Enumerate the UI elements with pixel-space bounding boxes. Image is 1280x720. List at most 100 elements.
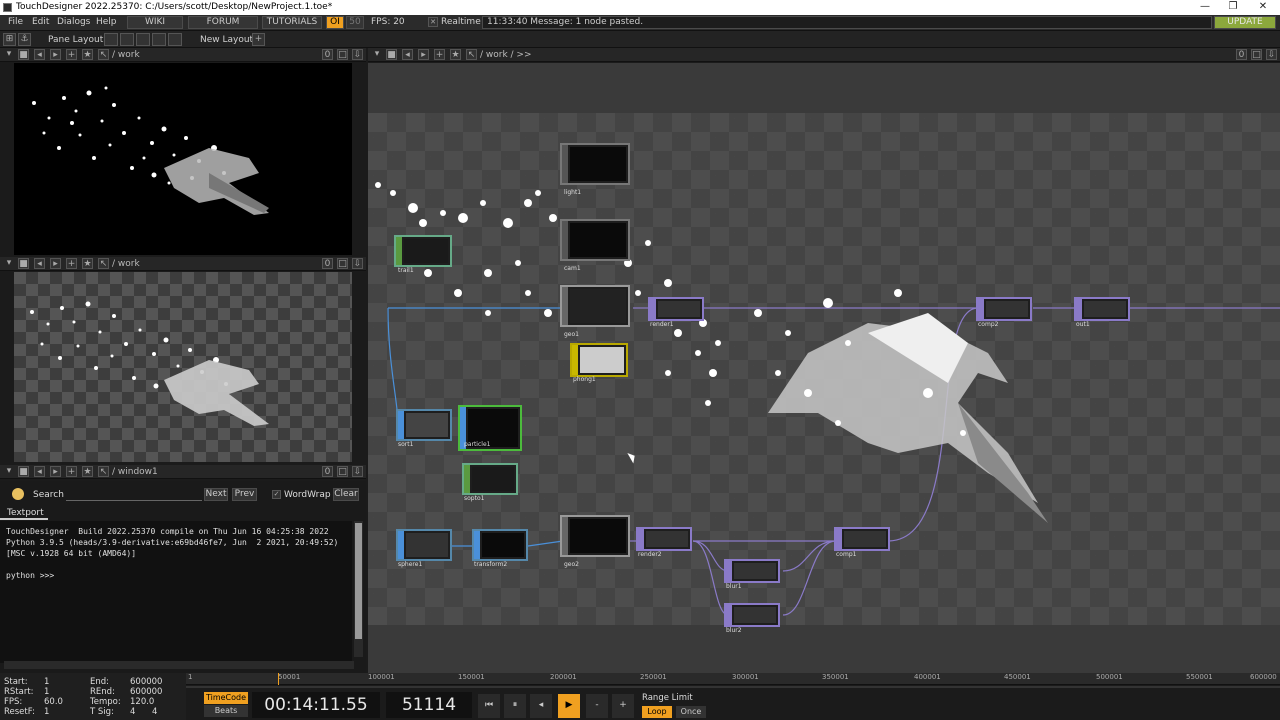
tsig-numerator[interactable]: 4 [130, 707, 135, 717]
forward-icon[interactable]: ▸ [50, 49, 61, 60]
clear-button[interactable]: Clear [333, 488, 359, 501]
node-light1[interactable] [560, 143, 630, 185]
node-phong1[interactable] [570, 343, 628, 377]
timeline-ruler[interactable]: 1 50001 100001 150001 200001 250001 3000… [186, 673, 1280, 685]
node-sopto1[interactable] [462, 463, 518, 495]
pane-menu-icon[interactable]: ▾ [4, 49, 14, 60]
step-plus-icon[interactable]: + [612, 694, 634, 718]
forward-icon[interactable]: ▸ [50, 258, 61, 269]
node-geo1[interactable] [560, 285, 630, 327]
rend-value[interactable]: 600000 [130, 687, 162, 697]
layout-single-icon[interactable] [104, 33, 118, 46]
add-icon[interactable]: + [66, 466, 77, 477]
fps-cap-button[interactable]: 50 [346, 16, 364, 29]
node-trail1[interactable] [394, 235, 452, 267]
oi-button[interactable]: OI [326, 16, 344, 29]
menu-edit[interactable]: Edit [32, 17, 49, 27]
resetf-value[interactable]: 1 [44, 707, 49, 717]
pane-square-icon[interactable]: ■ [18, 49, 29, 60]
forum-button[interactable]: FORUM [188, 16, 258, 29]
node-render2[interactable] [636, 527, 692, 551]
forward-icon[interactable]: ▸ [418, 49, 429, 60]
up-icon[interactable]: ↖ [98, 258, 109, 269]
maximize-pane-icon[interactable]: □ [337, 258, 348, 269]
close-icon[interactable]: ✕ [1248, 0, 1278, 15]
node-out1[interactable] [1074, 297, 1130, 321]
layout-split-icon[interactable] [120, 33, 134, 46]
pane-menu-icon[interactable]: ▾ [372, 49, 382, 60]
timecode-button[interactable]: TimeCode [204, 692, 248, 704]
frame-display[interactable]: 51114 [386, 692, 472, 718]
node-blur2[interactable] [724, 603, 780, 627]
split-pane-icon[interactable]: ⇩ [352, 258, 363, 269]
viewer-mid[interactable] [14, 272, 352, 462]
search-input[interactable] [66, 488, 202, 501]
up-icon[interactable]: ↖ [98, 49, 109, 60]
add-icon[interactable]: + [434, 49, 445, 60]
layout-triple-icon[interactable] [136, 33, 150, 46]
tab-textport[interactable]: Textport [0, 507, 48, 520]
node-sphere1[interactable] [396, 529, 452, 561]
pane-menu-icon[interactable]: ▾ [4, 258, 14, 269]
restore-icon[interactable]: ❐ [1218, 0, 1248, 15]
network-editor[interactable]: light1 cam1 geo1 phong1 trail1 sort1 par… [368, 63, 1280, 673]
add-icon[interactable]: + [66, 49, 77, 60]
add-layout-icon[interactable]: + [252, 33, 265, 46]
timecode-display[interactable]: 00:14:11.55 [252, 692, 380, 718]
split-pane-icon[interactable]: ⇩ [352, 49, 363, 60]
rewind-icon[interactable]: ⏮ [478, 694, 500, 718]
minimize-icon[interactable]: — [1190, 0, 1220, 15]
link-icon[interactable]: ⚓ [18, 33, 31, 46]
forward-icon[interactable]: ▸ [50, 466, 61, 477]
star-icon[interactable]: ★ [82, 466, 93, 477]
node-comp1[interactable] [834, 527, 890, 551]
tempo-value[interactable]: 120.0 [130, 697, 154, 707]
node-cam1[interactable] [560, 219, 630, 261]
textport-hscrollbar[interactable] [4, 661, 354, 669]
add-icon[interactable]: + [66, 258, 77, 269]
textport-scrollbar[interactable] [354, 521, 363, 657]
node-comp2[interactable] [976, 297, 1032, 321]
grid-icon[interactable]: ⊞ [3, 33, 16, 46]
menu-help[interactable]: Help [96, 17, 117, 27]
fps-value[interactable]: 60.0 [44, 697, 63, 707]
back-icon[interactable]: ◂ [34, 49, 45, 60]
back-icon[interactable]: ◂ [402, 49, 413, 60]
step-back-icon[interactable]: ◂ [530, 694, 552, 718]
wordwrap-checkbox[interactable]: ✓ [272, 490, 281, 499]
viewer-top[interactable] [14, 63, 352, 255]
node-sort1[interactable] [396, 409, 452, 441]
tsig-denominator[interactable]: 4 [152, 707, 157, 717]
node-blur1[interactable] [724, 559, 780, 583]
layout-quad-icon[interactable] [152, 33, 166, 46]
wiki-button[interactable]: WIKI [127, 16, 183, 29]
menu-file[interactable]: File [8, 17, 23, 27]
back-icon[interactable]: ◂ [34, 258, 45, 269]
timeline-track[interactable] [186, 686, 1280, 688]
maximize-pane-icon[interactable]: □ [337, 49, 348, 60]
maximize-pane-icon[interactable]: □ [1251, 49, 1262, 60]
tutorials-button[interactable]: TUTORIALS [262, 16, 322, 29]
pause-icon[interactable]: ⏸ [504, 694, 526, 718]
playhead[interactable] [278, 673, 279, 685]
maximize-pane-icon[interactable]: □ [337, 466, 348, 477]
node-render1[interactable] [648, 297, 704, 321]
rstart-value[interactable]: 1 [44, 687, 49, 697]
prev-button[interactable]: Prev [232, 488, 257, 501]
start-value[interactable]: 1 [44, 677, 49, 687]
update-button[interactable]: UPDATE [1214, 16, 1276, 29]
layout-grid-icon[interactable] [168, 33, 182, 46]
up-icon[interactable]: ↖ [466, 49, 477, 60]
node-geo2[interactable] [560, 515, 630, 557]
once-button[interactable]: Once [676, 706, 706, 718]
star-icon[interactable]: ★ [82, 258, 93, 269]
split-pane-icon[interactable]: ⇩ [1266, 49, 1277, 60]
end-value[interactable]: 600000 [130, 677, 162, 687]
step-minus-icon[interactable]: - [586, 694, 608, 718]
up-icon[interactable]: ↖ [98, 466, 109, 477]
back-icon[interactable]: ◂ [34, 466, 45, 477]
star-icon[interactable]: ★ [82, 49, 93, 60]
split-pane-icon[interactable]: ⇩ [352, 466, 363, 477]
star-icon[interactable]: ★ [450, 49, 461, 60]
play-icon[interactable]: ▶ [558, 694, 580, 718]
